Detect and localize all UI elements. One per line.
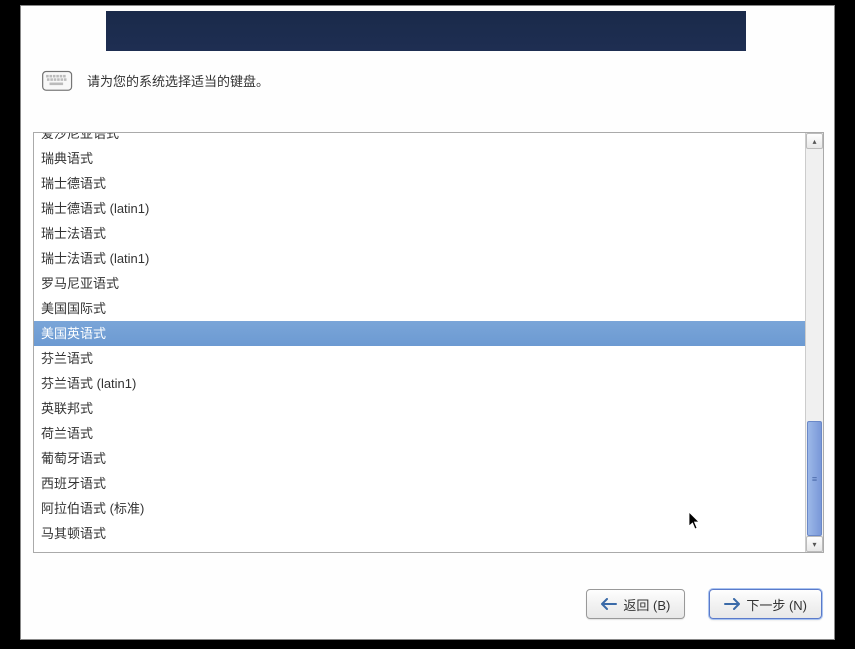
list-item[interactable]: 阿拉伯语式 (标准) [34,496,805,521]
list-item[interactable]: 瑞典语式 [34,146,805,171]
list-item[interactable]: 芬兰语式 [34,346,805,371]
scrollbar-thumb[interactable] [807,421,822,536]
list-item[interactable]: 瑞士法语式 [34,221,805,246]
list-item[interactable]: 瑞士德语式 [34,171,805,196]
arrow-left-icon [601,598,617,610]
next-button-label: 下一步 (N) [746,595,807,614]
list-item[interactable]: 瑞士德语式 (latin1) [34,196,805,221]
arrow-right-icon [724,598,740,610]
button-bar: 返回 (B) 下一步 (N) [586,589,822,619]
list-item[interactable]: 英联邦式 [34,396,805,421]
scrollbar-track[interactable] [806,149,823,536]
list-item[interactable]: 荷兰语式 [34,421,805,446]
instruction-area: 请为您的系统选择适当的键盘。 [41,66,269,94]
keyboard-list-container: 爱沙尼亚语式瑞典语式瑞士德语式瑞士德语式 (latin1)瑞士法语式瑞士法语式 … [33,132,824,553]
list-item[interactable]: 罗马尼亚语式 [34,271,805,296]
list-item[interactable]: 马其顿语式 [34,521,805,546]
installer-window: 请为您的系统选择适当的键盘。 爱沙尼亚语式瑞典语式瑞士德语式瑞士德语式 (lat… [20,5,835,640]
list-item[interactable]: 美国英语式 [34,321,805,346]
scrollbar[interactable]: ▴ ▾ [805,133,823,552]
list-item[interactable]: 爱沙尼亚语式 [34,133,805,146]
keyboard-list[interactable]: 爱沙尼亚语式瑞典语式瑞士德语式瑞士德语式 (latin1)瑞士法语式瑞士法语式 … [34,133,805,552]
list-item[interactable]: 葡萄牙语式 [34,446,805,471]
back-button[interactable]: 返回 (B) [586,589,685,619]
header-banner [106,11,746,51]
list-item[interactable]: 瑞士法语式 (latin1) [34,246,805,271]
scroll-up-button[interactable]: ▴ [806,133,823,149]
scroll-down-button[interactable]: ▾ [806,536,823,552]
list-item[interactable]: 西班牙语式 [34,471,805,496]
list-item[interactable]: 芬兰语式 (latin1) [34,371,805,396]
keyboard-icon [41,66,75,94]
back-button-label: 返回 (B) [623,595,670,614]
instruction-text: 请为您的系统选择适当的键盘。 [87,71,269,90]
next-button[interactable]: 下一步 (N) [709,589,822,619]
list-item[interactable]: 美国国际式 [34,296,805,321]
